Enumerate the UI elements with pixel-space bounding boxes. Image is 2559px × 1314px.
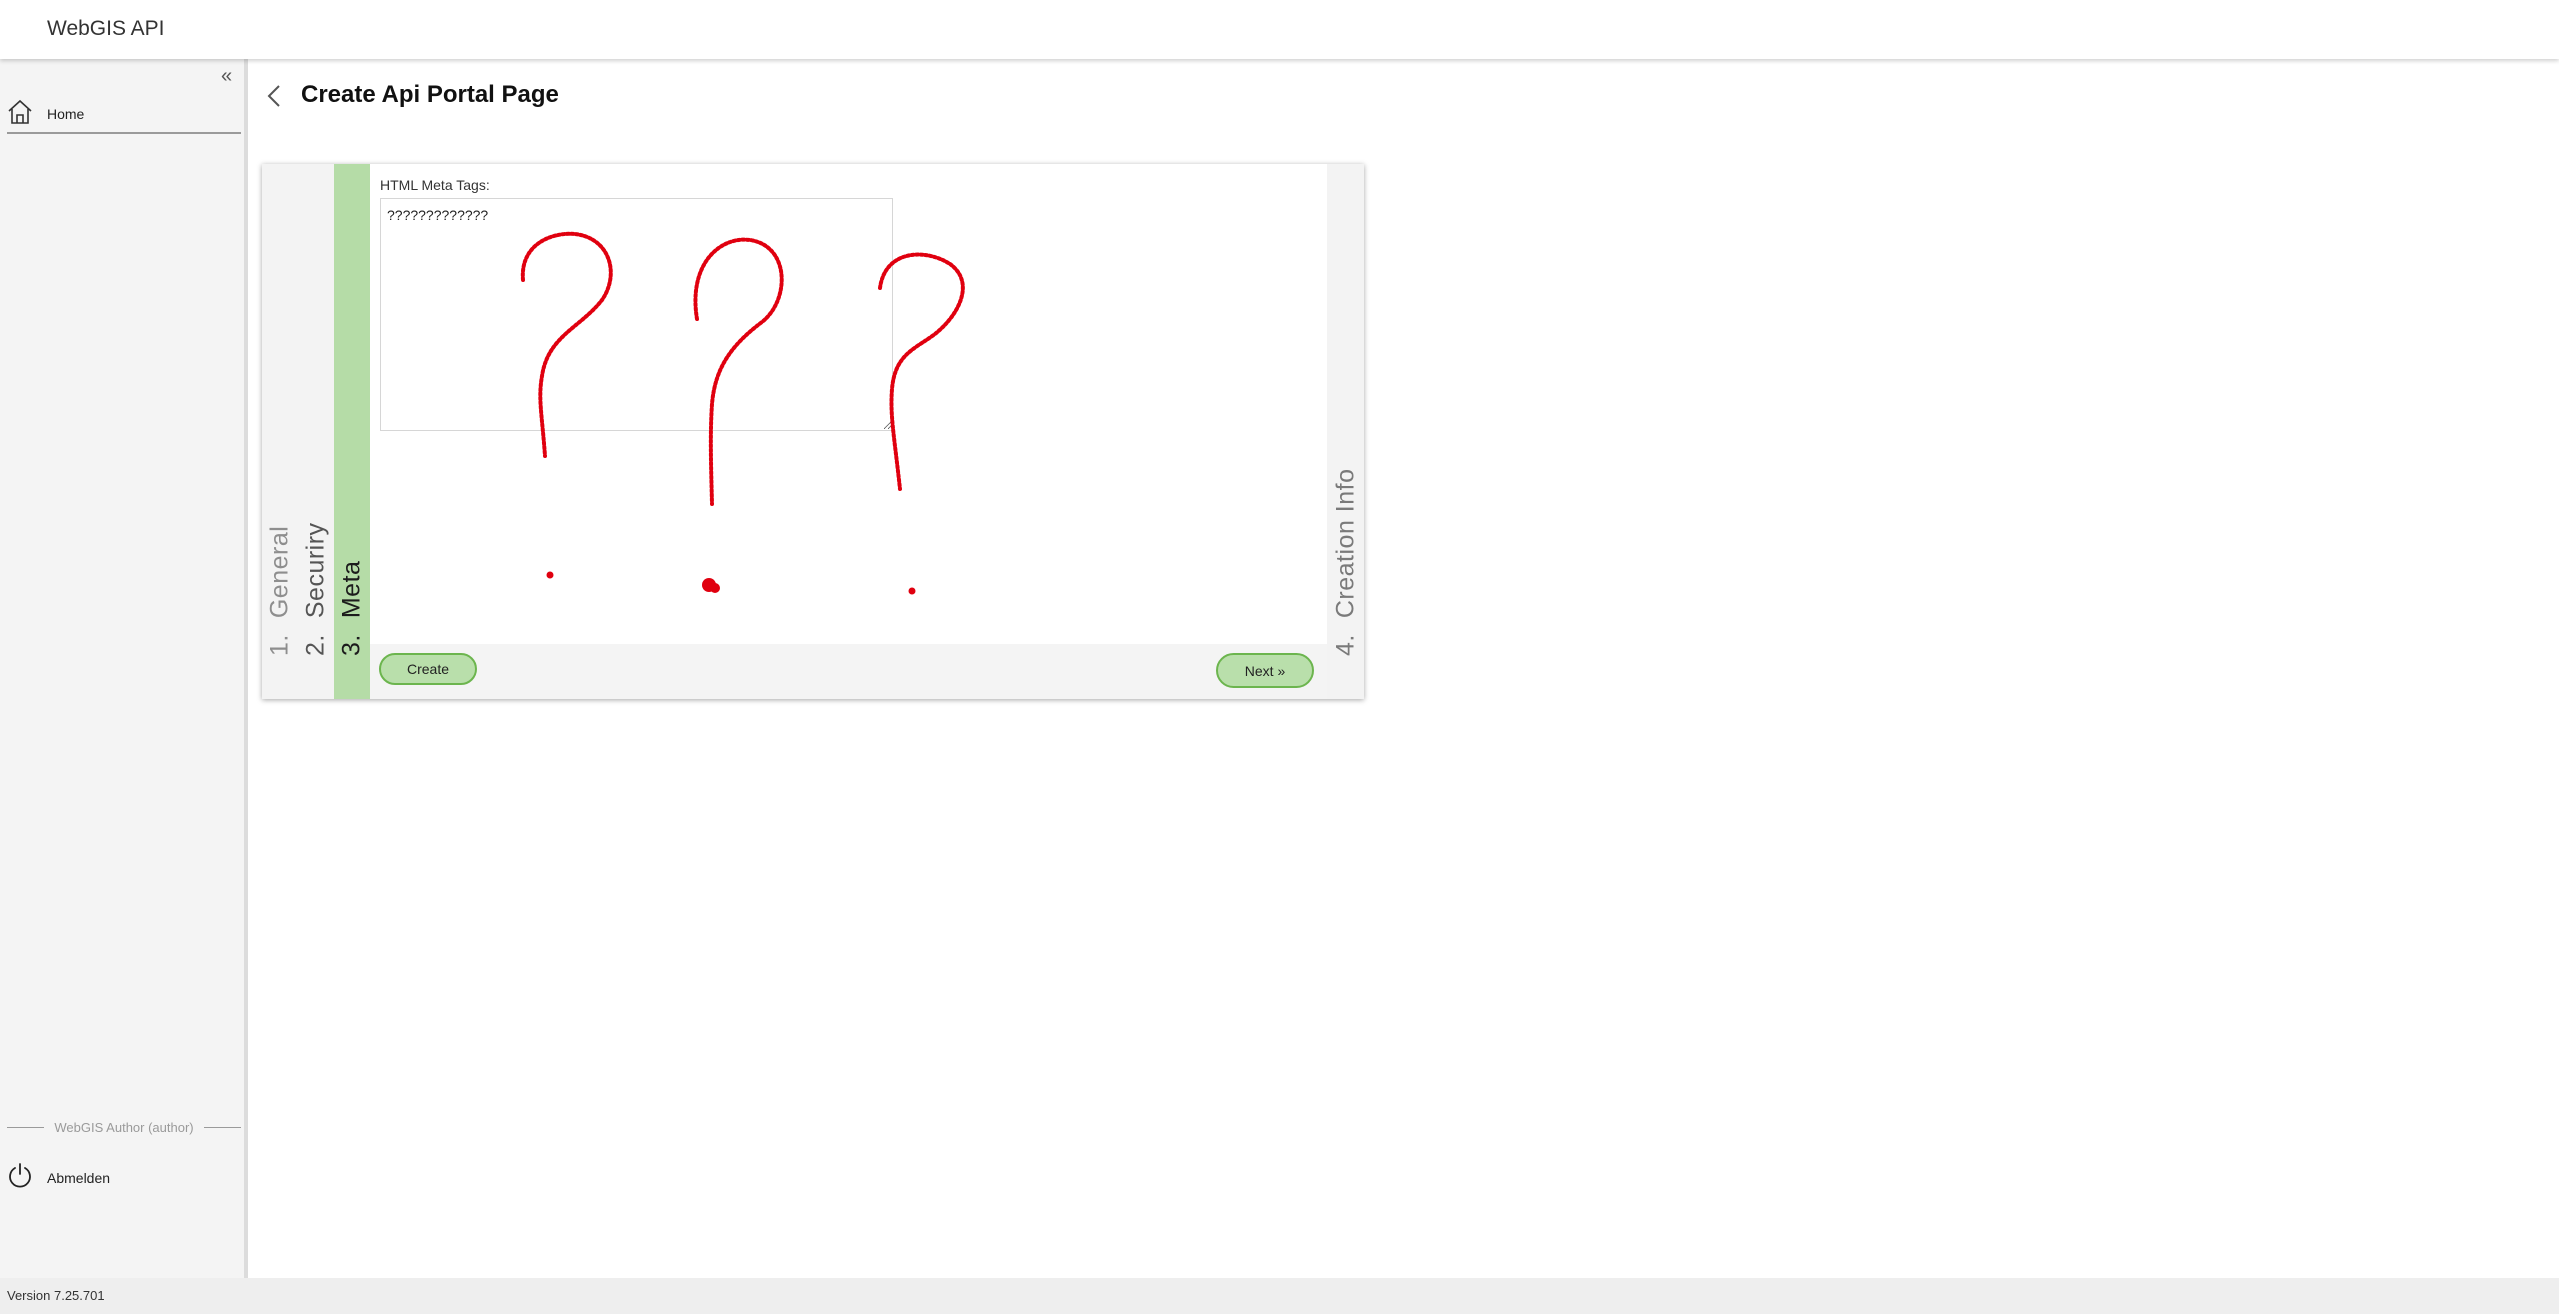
version-text: Version 7.25.701 <box>7 1288 105 1303</box>
sidebar: « Home WebGIS Author (author) Abmelden <box>0 59 248 1278</box>
home-icon <box>7 99 33 130</box>
logout-label: Abmelden <box>47 1169 111 1186</box>
step-label: 3.Meta <box>337 560 366 656</box>
step-tab-general[interactable]: 1.General <box>262 164 298 699</box>
create-button[interactable]: Create <box>379 653 477 685</box>
step-label: 2.Securiry <box>301 522 330 656</box>
meta-panel: HTML Meta Tags: ????????????? Create Nex… <box>370 164 1327 699</box>
next-button[interactable]: Next » <box>1216 653 1314 688</box>
app-title: WebGIS API <box>47 17 165 40</box>
step-tab-creation-info[interactable]: 4.Creation Info <box>1327 164 1364 699</box>
sidebar-item-home[interactable]: Home <box>7 96 241 134</box>
chevron-left-icon <box>266 85 282 113</box>
step-label: 4.Creation Info <box>1331 468 1359 657</box>
meta-tags-label: HTML Meta Tags: <box>380 177 490 193</box>
wizard-footer: Create Next » <box>370 644 1327 699</box>
logout-button[interactable]: Abmelden <box>7 1162 110 1193</box>
power-icon <box>7 1162 33 1193</box>
divider <box>7 1127 45 1128</box>
version-footer: Version 7.25.701 <box>0 1278 2559 1314</box>
user-name: WebGIS Author (author) <box>54 1120 194 1135</box>
step-tab-meta[interactable]: 3.Meta <box>334 164 370 699</box>
wizard: 1.General 2.Securiry 3.Meta HTML Meta Ta… <box>262 164 1364 699</box>
back-button[interactable] <box>266 83 282 114</box>
divider <box>203 1127 241 1128</box>
user-separator: WebGIS Author (author) <box>7 1120 241 1135</box>
step-tab-security[interactable]: 2.Securiry <box>298 164 334 699</box>
step-label: 1.General <box>265 525 294 656</box>
page-title: Create Api Portal Page <box>301 81 559 108</box>
collapse-sidebar-button[interactable]: « <box>221 65 232 88</box>
meta-tags-textarea[interactable]: ????????????? <box>380 198 893 431</box>
top-bar: WebGIS API <box>0 0 2559 59</box>
sidebar-item-label: Home <box>47 106 85 122</box>
